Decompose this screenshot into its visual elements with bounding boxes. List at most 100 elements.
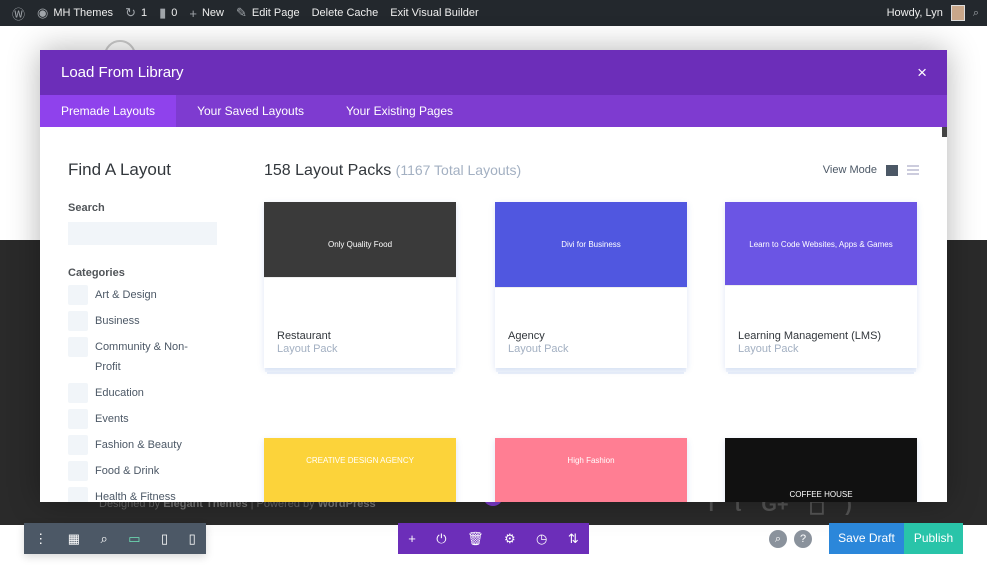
modal-title: Load From Library: [61, 64, 184, 81]
dashboard-icon: ◉: [37, 5, 49, 20]
total-layouts: (1167 Total Layouts): [395, 162, 522, 178]
thumbnail-text: CREATIVE DESIGN AGENCY: [306, 456, 414, 465]
exit-builder-link[interactable]: Exit Visual Builder: [390, 0, 478, 26]
search-icon[interactable]: ⌕: [973, 7, 979, 20]
pencil-icon: ✎: [235, 5, 247, 20]
layout-thumbnail: Only Quality Food: [264, 202, 456, 310]
tab-premade-layouts[interactable]: Premade Layouts: [40, 95, 177, 127]
search-circle-icon[interactable]: ⌕: [769, 530, 787, 548]
grid-view-icon[interactable]: [886, 164, 898, 176]
list-view-icon[interactable]: [907, 164, 919, 176]
tab-existing-pages[interactable]: Your Existing Pages: [325, 95, 474, 127]
wordpress-icon: Ⓦ: [12, 6, 26, 22]
thumbnail-text: COFFEE HOUSE: [789, 490, 853, 499]
history-icon[interactable]: ◷: [536, 531, 547, 547]
category-label: Art & Design: [95, 289, 157, 301]
thumbnail-text: Divi for Business: [561, 240, 621, 249]
edit-label: Edit Page: [251, 7, 300, 19]
category-item[interactable]: Business: [68, 311, 218, 331]
close-icon[interactable]: ×: [917, 63, 927, 83]
layout-card[interactable]: Learn to Code Websites, Apps & Games Lear…: [725, 202, 917, 368]
tablet-view-icon[interactable]: ▯: [161, 531, 168, 547]
category-item[interactable]: Education: [68, 383, 218, 403]
layout-thumbnail: CREATIVE DESIGN AGENCY: [264, 438, 456, 502]
layout-type: Layout Pack: [508, 343, 569, 355]
trash-icon[interactable]: 🗑: [467, 531, 484, 547]
updates-link[interactable]: ↻ 1: [125, 0, 147, 26]
find-layout-title: Find A Layout: [68, 160, 172, 179]
layout-card[interactable]: High Fashion: [495, 438, 687, 502]
wireframe-icon[interactable]: ▦: [68, 531, 80, 547]
category-checkbox[interactable]: [68, 461, 88, 481]
plus-icon: +: [189, 5, 197, 21]
layout-thumbnail: Learn to Code Websites, Apps & Games: [725, 202, 917, 310]
save-draft-button[interactable]: Save Draft: [829, 523, 904, 554]
exit-label: Exit Visual Builder: [390, 7, 479, 19]
layout-thumbnail: Divi for Business: [495, 202, 687, 310]
new-label: New: [201, 7, 224, 19]
layout-card[interactable]: Divi for Business Agency Layout Pack: [495, 202, 687, 368]
power-icon[interactable]: ⏻: [436, 531, 446, 547]
builder-actions-toolbar: + ⏻ 🗑 ⚙ ◷ ⇅: [398, 523, 589, 554]
category-checkbox[interactable]: [68, 285, 88, 305]
site-name: MH Themes: [53, 7, 114, 19]
delete-cache-link[interactable]: Delete Cache: [312, 0, 379, 26]
category-checkbox[interactable]: [68, 487, 88, 502]
category-label: Events: [95, 413, 129, 425]
howdy-user[interactable]: Howdy, Lyn: [887, 7, 943, 19]
edit-page-link[interactable]: ✎ Edit Page: [236, 0, 300, 26]
category-item[interactable]: Art & Design: [68, 285, 218, 305]
category-checkbox[interactable]: [68, 409, 88, 429]
thumbnail-text: Learn to Code Websites, Apps & Games: [749, 240, 893, 249]
pack-count: 158 Layout Packs: [264, 162, 392, 179]
new-link[interactable]: + New: [189, 0, 224, 26]
zoom-icon[interactable]: ⌕: [100, 531, 107, 547]
layout-card[interactable]: CREATIVE DESIGN AGENCY: [264, 438, 456, 502]
category-checkbox[interactable]: [68, 337, 88, 357]
layout-card[interactable]: Only Quality Food Restaurant Layout Pack: [264, 202, 456, 368]
category-label: Fashion & Beauty: [95, 439, 182, 451]
comments-count: 0: [171, 7, 178, 19]
thumbnail-text: Only Quality Food: [327, 240, 393, 249]
layout-grid: 158 Layout Packs (1167 Total Layouts) Vi…: [264, 162, 919, 502]
category-label: Health & Fitness: [95, 491, 176, 502]
gear-icon[interactable]: ⚙: [504, 531, 516, 547]
menu-dots-icon[interactable]: ⋮: [34, 531, 47, 547]
modal-header: Load From Library ×: [40, 50, 947, 95]
category-item[interactable]: Events: [68, 409, 218, 429]
search-label: Search: [68, 202, 105, 214]
layout-name: Agency: [508, 330, 545, 342]
site-link[interactable]: ◉ MH Themes: [37, 0, 113, 26]
layout-thumbnail: COFFEE HOUSE: [725, 438, 917, 502]
publish-button[interactable]: Publish: [904, 523, 963, 554]
avatar[interactable]: [950, 5, 965, 21]
category-checkbox[interactable]: [68, 435, 88, 455]
comments-link[interactable]: ▮ 0: [159, 0, 177, 26]
layout-type: Layout Pack: [738, 343, 799, 355]
desktop-view-icon[interactable]: ▭: [128, 531, 140, 547]
modal-tabs: Premade Layouts Your Saved Layouts Your …: [40, 95, 947, 127]
category-checkbox[interactable]: [68, 311, 88, 331]
layout-count: 158 Layout Packs (1167 Total Layouts): [264, 162, 919, 180]
updates-count: 1: [140, 7, 148, 19]
phone-view-icon[interactable]: ▯: [189, 531, 196, 547]
search-input[interactable]: [68, 222, 217, 245]
help-icon[interactable]: ?: [794, 530, 812, 548]
category-label: Education: [95, 387, 144, 399]
view-mode: View Mode: [823, 164, 919, 176]
layout-thumbnail: High Fashion: [495, 438, 687, 502]
category-item[interactable]: Food & Drink: [68, 461, 218, 481]
comment-icon: ▮: [159, 5, 167, 20]
category-item[interactable]: Community & Non-Profit: [68, 337, 218, 377]
layout-card[interactable]: COFFEE HOUSE: [725, 438, 917, 502]
category-checkbox[interactable]: [68, 383, 88, 403]
admin-bar: Ⓦ ◉ MH Themes ↻ 1 ▮ 0 + New ✎ Edit Page Delet…: [0, 0, 987, 26]
tab-saved-layouts[interactable]: Your Saved Layouts: [176, 95, 325, 127]
category-item[interactable]: Fashion & Beauty: [68, 435, 218, 455]
scrollbar[interactable]: [942, 127, 947, 137]
wordpress-logo[interactable]: Ⓦ: [12, 0, 25, 26]
sort-icon[interactable]: ⇅: [568, 531, 579, 547]
add-icon[interactable]: +: [408, 531, 416, 546]
category-item[interactable]: Health & Fitness: [68, 487, 218, 502]
categories-label: Categories: [68, 267, 125, 279]
